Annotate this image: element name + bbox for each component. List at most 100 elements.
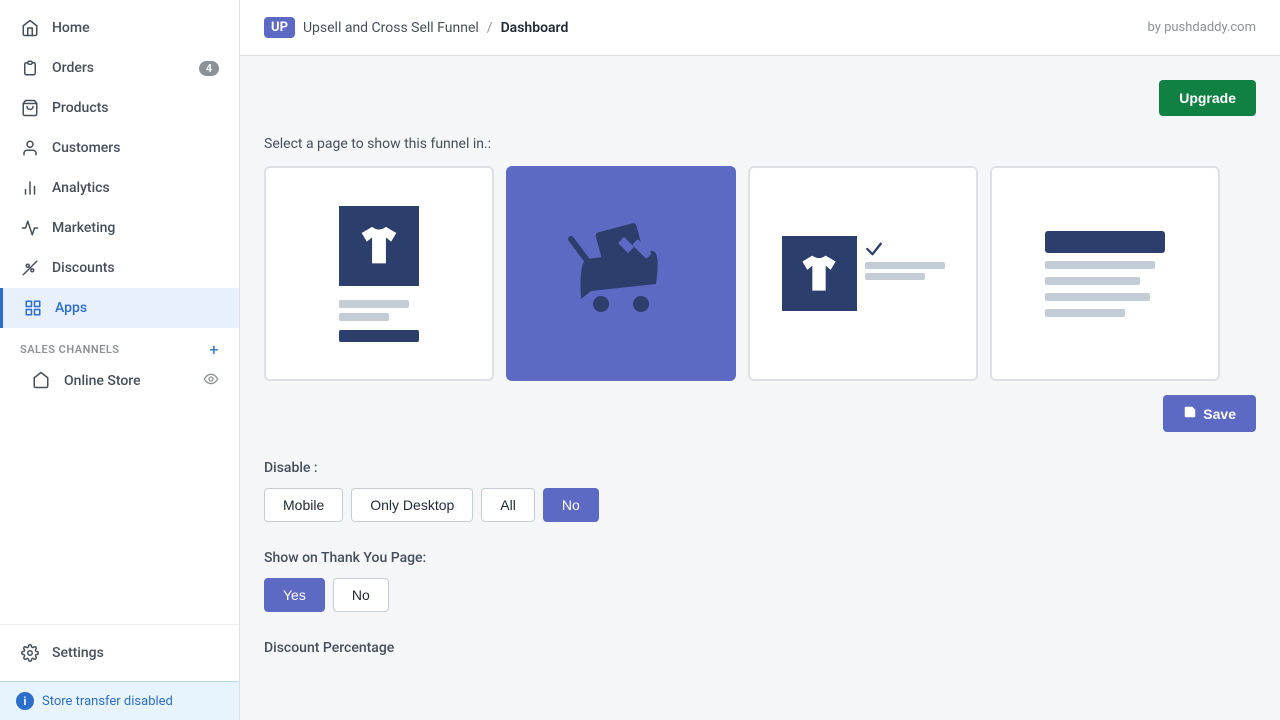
order-shirt-svg [794,249,844,299]
sidebar-item-customers[interactable]: Customers [0,128,239,168]
shirt-svg [353,220,405,272]
list-line-2 [1045,277,1140,285]
sidebar-item-label-products: Products [52,100,109,116]
disable-button-group: Mobile Only Desktop All No [264,488,1256,522]
products-icon [20,98,40,118]
list-line-1 [1045,261,1155,269]
sidebar-item-analytics[interactable]: Analytics [0,168,239,208]
card-inner-list [992,168,1218,379]
content-header: Upgrade [264,80,1256,116]
shirt-icon-box [339,206,419,286]
sales-channels-label: SALES CHANNELS [20,343,120,356]
content-area: Upgrade Select a page to show this funne… [240,56,1280,720]
app-name: Upsell and Cross Sell Funnel [303,20,479,36]
disable-label: Disable : [264,460,1256,476]
thank-you-button-group: Yes No [264,578,1256,612]
sidebar-item-label-orders: Orders [52,60,94,76]
list-header-bar [1045,231,1165,253]
page-selector-label: Select a page to show this funnel in.: [264,136,1256,152]
marketing-icon [20,218,40,238]
topbar: UP Upsell and Cross Sell Funnel / Dashbo… [240,0,1280,56]
text-line-1 [339,300,409,308]
orders-icon [20,58,40,78]
info-icon: i [16,692,34,710]
analytics-icon [20,178,40,198]
store-transfer-text: Store transfer disabled [42,694,173,709]
disable-desktop-button[interactable]: Only Desktop [351,488,473,522]
discount-percentage-label: Discount Percentage [264,640,1256,656]
order-shirt-box [782,236,857,311]
disable-no-button[interactable]: No [543,488,599,522]
sidebar-item-label-customers: Customers [52,140,120,156]
page-selector-section: Select a page to show this funnel in.: [264,136,1256,432]
save-button[interactable]: Save [1163,395,1256,432]
order-line-2 [865,273,925,280]
order-card-content [782,236,945,311]
page-card-order[interactable] [748,166,978,381]
sidebar-item-apps[interactable]: Apps [0,288,239,328]
orders-badge: 4 [199,61,219,76]
thank-you-yes-button[interactable]: Yes [264,578,325,612]
page-cards-container [264,166,1256,381]
sidebar-item-label-home: Home [52,20,90,36]
thank-you-no-button[interactable]: No [333,578,389,612]
list-card-content [1045,231,1165,317]
discounts-icon [20,258,40,278]
product-text-lines [339,300,419,342]
product-card-content [339,206,419,342]
card-inner-product [266,168,492,379]
store-icon [32,371,52,391]
add-sales-channel-button[interactable]: + [209,340,219,359]
sidebar-item-products[interactable]: Products [0,88,239,128]
sidebar-item-discounts[interactable]: Discounts [0,248,239,288]
topbar-by-text: by pushdaddy.com [1147,20,1256,35]
sidebar-item-label-discounts: Discounts [52,260,115,276]
black-bar [339,330,419,342]
settings-icon [20,643,40,663]
page-name: Dashboard [501,20,569,36]
eye-icon [203,371,219,391]
disable-all-button[interactable]: All [481,488,535,522]
sidebar: Home Orders 4 Products Customers [0,0,240,720]
sidebar-item-settings[interactable]: Settings [0,633,239,673]
page-card-cart[interactable] [506,166,736,381]
card-inner-cart [508,168,734,379]
breadcrumb: UP Upsell and Cross Sell Funnel / Dashbo… [264,17,568,38]
order-line-1 [865,262,945,269]
sidebar-item-label-online-store: Online Store [64,373,141,389]
sidebar-item-label-settings: Settings [52,645,104,661]
thank-you-section: Show on Thank You Page: Yes No [264,550,1256,612]
customers-icon [20,138,40,158]
store-transfer-notice: i Store transfer disabled [0,681,239,720]
list-line-4 [1045,309,1125,317]
card-inner-order [750,168,976,379]
save-button-area: Save [264,395,1256,432]
sales-channels-heading: SALES CHANNELS + [0,328,239,363]
sidebar-item-online-store[interactable]: Online Store [0,363,239,399]
cart-card-content [524,184,718,363]
sidebar-item-label-apps: Apps [55,300,87,316]
upgrade-button[interactable]: Upgrade [1159,80,1256,116]
sidebar-item-orders[interactable]: Orders 4 [0,48,239,88]
order-text-block [865,240,945,280]
thank-you-label: Show on Thank You Page: [264,550,1256,566]
sidebar-item-label-marketing: Marketing [52,220,115,236]
home-icon [20,18,40,38]
disable-mobile-button[interactable]: Mobile [264,488,343,522]
page-card-product[interactable] [264,166,494,381]
save-button-label: Save [1203,406,1236,422]
text-line-2 [339,313,389,321]
sidebar-item-home[interactable]: Home [0,8,239,48]
cart-svg [556,209,686,339]
list-line-3 [1045,293,1150,301]
checkmark-svg [865,240,883,258]
page-card-list[interactable] [990,166,1220,381]
breadcrumb-separator: / [487,20,493,36]
apps-icon [23,298,43,318]
disable-section: Disable : Mobile Only Desktop All No [264,460,1256,522]
sidebar-item-label-analytics: Analytics [52,180,110,196]
save-icon [1183,405,1197,422]
main-content: UP Upsell and Cross Sell Funnel / Dashbo… [240,0,1280,720]
app-badge: UP [264,17,295,38]
sidebar-item-marketing[interactable]: Marketing [0,208,239,248]
